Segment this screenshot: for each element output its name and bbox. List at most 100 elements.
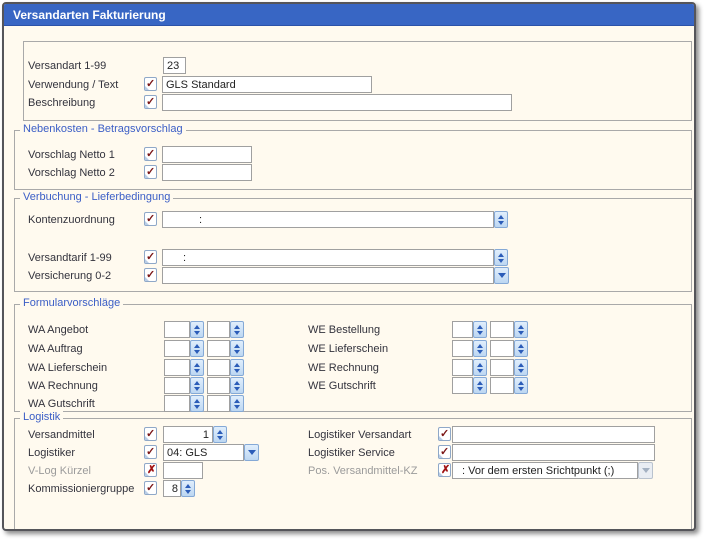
pos-versandmittel-kz-dropdown-button[interactable] xyxy=(638,462,653,479)
checkbox-pos-versandmittel-kz[interactable]: ✗ xyxy=(438,463,451,477)
wa-rechnung-spinner-1[interactable] xyxy=(190,377,204,394)
checkbox-verwendung[interactable]: ✓ xyxy=(144,77,157,91)
wa-rechnung-spinner-2[interactable] xyxy=(230,377,244,394)
label-versandart: Versandart 1-99 xyxy=(28,60,106,72)
cross-icon: ✗ xyxy=(441,463,450,477)
we-bestellung-spinner-1[interactable] xyxy=(473,321,487,338)
input-verwendung-text[interactable] xyxy=(162,76,372,93)
input-wa-rechnung-2[interactable] xyxy=(207,377,230,394)
label-we-bestellung: WE Bestellung xyxy=(308,324,380,336)
input-wa-angebot-2[interactable] xyxy=(207,321,230,338)
checkbox-logistiker[interactable]: ✓ xyxy=(144,445,157,459)
input-versandtarif[interactable] xyxy=(162,249,494,266)
versicherung-dropdown-button[interactable] xyxy=(494,267,509,284)
label-wa-angebot: WA Angebot xyxy=(28,324,88,336)
label-pos-versandmittel-kz: Pos. Versandmittel-KZ xyxy=(308,465,417,477)
checkbox-vorschlag-netto-2[interactable]: ✓ xyxy=(144,165,157,179)
dialog-title: Versandarten Fakturierung xyxy=(13,8,166,22)
checkbox-beschreibung[interactable]: ✓ xyxy=(144,95,157,109)
input-kommissioniergruppe[interactable] xyxy=(163,480,181,497)
check-icon: ✓ xyxy=(146,268,155,282)
label-we-rechnung: WE Rechnung xyxy=(308,362,379,374)
we-gutschrift-spinner-2[interactable] xyxy=(514,377,528,394)
kontenzuordnung-spinner[interactable] xyxy=(494,211,508,228)
we-lieferschein-spinner-1[interactable] xyxy=(473,340,487,357)
input-beschreibung[interactable] xyxy=(162,94,512,111)
label-kommissioniergruppe: Kommissioniergruppe xyxy=(28,483,134,495)
wa-lieferschein-spinner-1[interactable] xyxy=(190,359,204,376)
label-beschreibung: Beschreibung xyxy=(28,97,95,109)
check-icon: ✓ xyxy=(146,147,155,161)
input-we-rechnung-2[interactable] xyxy=(490,359,514,376)
cross-icon: ✗ xyxy=(147,463,156,477)
checkbox-vorschlag-netto-1[interactable]: ✓ xyxy=(144,147,157,161)
label-we-lieferschein: WE Lieferschein xyxy=(308,343,388,355)
checkbox-logistiker-service[interactable]: ✓ xyxy=(438,445,451,459)
input-wa-rechnung-1[interactable] xyxy=(164,377,190,394)
input-wa-lieferschein-2[interactable] xyxy=(207,359,230,376)
input-wa-auftrag-1[interactable] xyxy=(164,340,190,357)
input-wa-auftrag-2[interactable] xyxy=(207,340,230,357)
input-vorschlag-netto-1[interactable] xyxy=(162,146,252,163)
wa-auftrag-spinner-2[interactable] xyxy=(230,340,244,357)
titlebar: Versandarten Fakturierung xyxy=(4,4,694,26)
checkbox-kontenzuordnung[interactable]: ✓ xyxy=(144,212,157,226)
check-icon: ✓ xyxy=(146,165,155,179)
label-vlog-kuerzel: V-Log Kürzel xyxy=(28,465,91,477)
check-icon: ✓ xyxy=(440,427,449,441)
checkbox-versicherung[interactable]: ✓ xyxy=(144,268,157,282)
input-we-lieferschein-1[interactable] xyxy=(452,340,473,357)
input-we-gutschrift-2[interactable] xyxy=(490,377,514,394)
group-formularvorschlaege: Formularvorschläge xyxy=(14,304,692,412)
input-we-bestellung-1[interactable] xyxy=(452,321,473,338)
we-gutschrift-spinner-1[interactable] xyxy=(473,377,487,394)
input-we-bestellung-2[interactable] xyxy=(490,321,514,338)
label-we-gutschrift: WE Gutschrift xyxy=(308,380,376,392)
label-wa-lieferschein: WA Lieferschein xyxy=(28,362,107,374)
check-icon: ✓ xyxy=(146,77,155,91)
input-vlog-kuerzel[interactable] xyxy=(163,462,203,479)
kommissioniergruppe-spinner[interactable] xyxy=(181,480,195,497)
input-logistiker[interactable] xyxy=(163,444,244,461)
wa-angebot-spinner-2[interactable] xyxy=(230,321,244,338)
wa-gutschrift-spinner-1[interactable] xyxy=(190,395,204,412)
group-title-logistik: Logistik xyxy=(20,411,63,424)
input-wa-angebot-1[interactable] xyxy=(164,321,190,338)
input-wa-gutschrift-1[interactable] xyxy=(164,395,190,412)
versandmittel-spinner[interactable] xyxy=(213,426,227,443)
input-vorschlag-netto-2[interactable] xyxy=(162,164,252,181)
input-pos-versandmittel-kz[interactable] xyxy=(452,462,638,479)
checkbox-versandmittel[interactable]: ✓ xyxy=(144,427,157,441)
we-rechnung-spinner-1[interactable] xyxy=(473,359,487,376)
input-we-rechnung-1[interactable] xyxy=(452,359,473,376)
input-we-gutschrift-1[interactable] xyxy=(452,377,473,394)
versandtarif-spinner[interactable] xyxy=(494,249,508,266)
wa-angebot-spinner-1[interactable] xyxy=(190,321,204,338)
checkbox-versandtarif[interactable]: ✓ xyxy=(144,250,157,264)
checkbox-vlog-kuerzel[interactable]: ✗ xyxy=(144,463,157,477)
input-kontenzuordnung[interactable] xyxy=(162,211,494,228)
input-versandmittel[interactable] xyxy=(163,426,213,443)
logistiker-dropdown-button[interactable] xyxy=(244,444,259,461)
input-versandart-nummer[interactable] xyxy=(163,57,186,74)
we-lieferschein-spinner-2[interactable] xyxy=(514,340,528,357)
input-we-lieferschein-2[interactable] xyxy=(490,340,514,357)
checkbox-kommissioniergruppe[interactable]: ✓ xyxy=(144,481,157,495)
input-wa-lieferschein-1[interactable] xyxy=(164,359,190,376)
group-nebenkosten: Nebenkosten - Betragsvorschlag xyxy=(14,130,692,190)
label-logistiker: Logistiker xyxy=(28,447,75,459)
input-logistiker-versandart[interactable] xyxy=(452,426,655,443)
dialog-versandarten-fakturierung: Versandarten Fakturierung Nebenkosten - … xyxy=(2,2,696,531)
input-wa-gutschrift-2[interactable] xyxy=(207,395,230,412)
label-wa-rechnung: WA Rechnung xyxy=(28,380,98,392)
wa-auftrag-spinner-1[interactable] xyxy=(190,340,204,357)
label-versandtarif: Versandtarif 1-99 xyxy=(28,252,112,264)
checkbox-logistiker-versandart[interactable]: ✓ xyxy=(438,427,451,441)
input-versicherung[interactable] xyxy=(162,267,494,284)
we-bestellung-spinner-2[interactable] xyxy=(514,321,528,338)
input-logistiker-service[interactable] xyxy=(452,444,655,461)
wa-gutschrift-spinner-2[interactable] xyxy=(230,395,244,412)
we-rechnung-spinner-2[interactable] xyxy=(514,359,528,376)
label-wa-auftrag: WA Auftrag xyxy=(28,343,83,355)
wa-lieferschein-spinner-2[interactable] xyxy=(230,359,244,376)
